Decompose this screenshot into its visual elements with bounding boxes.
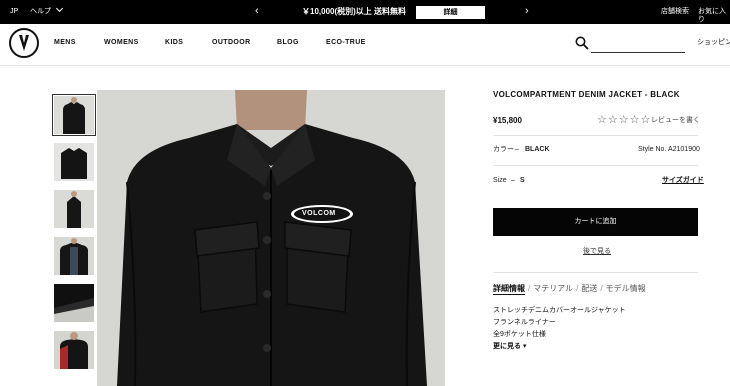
thumbnail-jacket-open-image <box>54 237 94 275</box>
volcom-logo[interactable] <box>9 28 39 58</box>
search-input[interactable] <box>591 33 685 53</box>
stone-logo-icon <box>19 35 29 51</box>
jacket-model-photo <box>97 90 445 386</box>
thumbnail-5[interactable] <box>54 284 94 322</box>
tab-details[interactable]: 詳細情報 <box>493 284 525 295</box>
show-more-link[interactable]: 更に見る ▾ <box>493 342 526 351</box>
nav-womens[interactable]: WOMENS <box>104 38 139 47</box>
thumbnail-jacket-lining-image <box>54 331 94 369</box>
product-price: ¥15,800 <box>493 116 522 125</box>
color-dash: – <box>515 146 519 153</box>
promo-banner: ‹ ￥10,000(税別)以上 送料無料 詳細 › <box>0 0 730 24</box>
thumbnail-jacket-flat-image <box>54 143 94 181</box>
product-title: VOLCOMPARTMENT DENIM JACKET - BLACK <box>493 90 680 99</box>
thumbnail-jacket-detail-image <box>54 284 94 322</box>
tab-separator: / <box>600 284 603 293</box>
divider <box>493 272 698 273</box>
description-line: フランネルライナー <box>493 319 556 326</box>
promo-next-arrow-icon[interactable]: › <box>525 5 529 17</box>
color-value: BLACK <box>525 146 550 153</box>
promo-prev-arrow-icon[interactable]: ‹ <box>255 5 259 17</box>
divider <box>493 135 698 136</box>
size-selector[interactable]: S <box>520 176 525 185</box>
color-label: カラー <box>493 146 514 153</box>
nav-kids[interactable]: KIDS <box>165 38 183 47</box>
add-to-cart-button[interactable]: カートに追加 <box>493 208 698 236</box>
style-number: Style No. A2101900 <box>638 146 700 153</box>
tab-shipping[interactable]: 配送 <box>581 284 597 293</box>
thumbnail-jacket-side-image <box>54 190 94 228</box>
site-header: MENS WOMENS KIDS OUTDOOR BLOG ECO-TRUE シ… <box>0 24 730 66</box>
main-product-image: VOLCOM <box>97 90 445 386</box>
store-search-link[interactable]: 店舗検索 <box>661 8 689 16</box>
tab-material[interactable]: マテリアル <box>533 284 573 293</box>
size-dash: – <box>511 177 515 184</box>
thumbnail-1[interactable] <box>52 94 96 136</box>
description-line: ストレッチデニムカバーオールジャケット <box>493 307 626 314</box>
search-icon[interactable] <box>575 36 589 50</box>
nav-blog[interactable]: BLOG <box>277 38 299 47</box>
tab-separator: / <box>576 284 579 293</box>
save-for-later-link[interactable]: 後で見る <box>583 247 611 256</box>
top-bar: JP ヘルプ ‹ ￥10,000(税別)以上 送料無料 詳細 › 店舗検索 お気… <box>0 0 730 24</box>
thumbnail-2[interactable] <box>54 143 94 181</box>
write-review-link[interactable]: レビューを書く <box>651 116 700 125</box>
size-label: Size <box>493 177 507 184</box>
nav-eco-true[interactable]: ECO-TRUE <box>326 38 366 47</box>
favorites-link[interactable]: お気に入り <box>698 8 730 24</box>
divider <box>493 165 698 166</box>
promo-detail-button[interactable]: 詳細 <box>416 6 485 19</box>
chest-logo-text: VOLCOM <box>302 210 336 217</box>
product-info-tabs: 詳細情報 / マテリアル / 配送 / モデル情報 <box>493 284 646 295</box>
size-guide-link[interactable]: サイズガイド <box>662 176 704 185</box>
nav-mens[interactable]: MENS <box>54 38 76 47</box>
description-line: 全9ポケット仕様 <box>493 331 546 338</box>
tab-separator: / <box>528 284 531 293</box>
promo-message: ￥10,000(税別)以上 送料無料 <box>302 7 407 16</box>
tab-model-info[interactable]: モデル情報 <box>606 284 646 293</box>
thumbnail-4[interactable] <box>54 237 94 275</box>
thumbnail-jacket-front-image <box>54 96 94 134</box>
rating-stars-icon[interactable]: ☆☆☆☆☆ <box>597 114 651 126</box>
nav-outdoor[interactable]: OUTDOOR <box>212 38 251 47</box>
shopping-link[interactable]: ショッピング <box>697 38 730 47</box>
thumbnail-6[interactable] <box>54 331 94 369</box>
thumbnail-3[interactable] <box>54 190 94 228</box>
